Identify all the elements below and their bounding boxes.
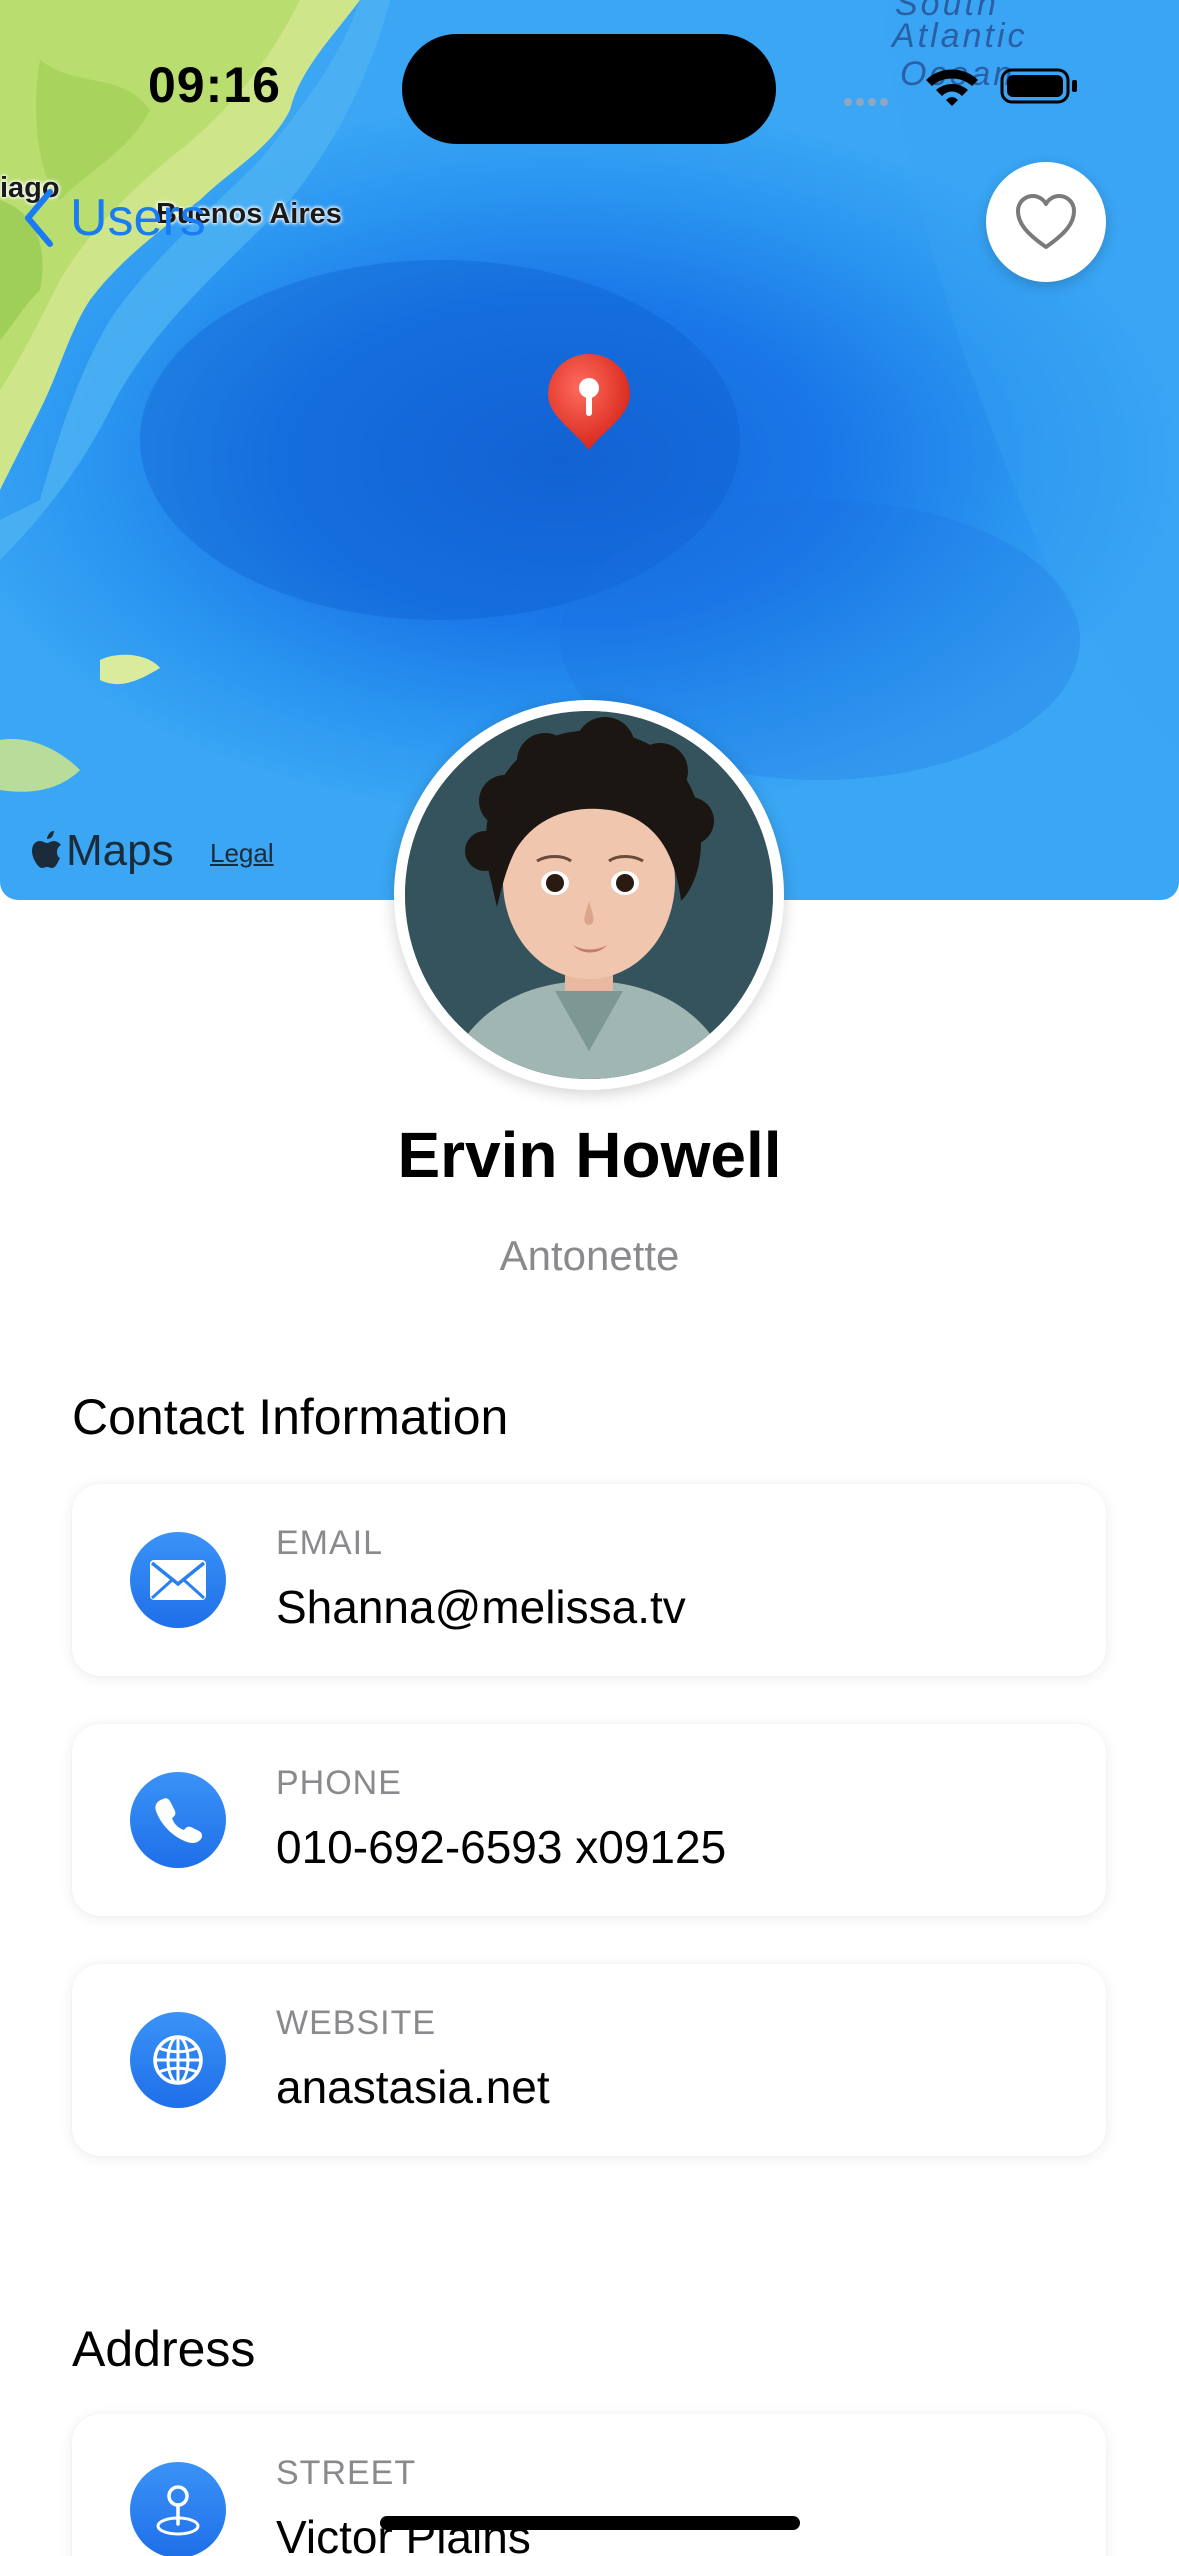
address-section-title: Address (72, 2321, 256, 2377)
email-value[interactable]: Shanna@melissa.tv (276, 1580, 686, 1634)
avatar (394, 700, 784, 1090)
status-time: 09:16 (148, 57, 281, 113)
address-card-street[interactable]: STREET Victor Plains (72, 2414, 1106, 2556)
contact-section-title: Contact Information (72, 1389, 509, 1445)
map-pin-icon[interactable] (544, 350, 634, 454)
phone-value[interactable]: 010-692-6593 x09125 (276, 1820, 726, 1874)
wifi-icon (926, 69, 978, 106)
signal-icon (844, 98, 888, 106)
heart-icon (1016, 194, 1076, 249)
back-button[interactable]: Users (22, 188, 206, 248)
home-indicator[interactable] (380, 2516, 800, 2530)
apple-logo-icon (32, 831, 61, 868)
map-label-ocean-line-2: Atlantic (892, 17, 1028, 55)
profile-name: Ervin Howell (397, 1119, 782, 1191)
status-icons (844, 68, 1077, 106)
phone-icon (130, 1772, 226, 1868)
map-pin-icon (130, 2462, 226, 2556)
website-label: WEBSITE (276, 2004, 437, 2042)
dynamic-island (402, 34, 776, 144)
contact-card-website[interactable]: WEBSITE anastasia.net (72, 1964, 1106, 2156)
email-label: EMAIL (276, 1524, 384, 1562)
battery-icon (1000, 68, 1077, 104)
chevron-left-icon (25, 189, 53, 247)
apple-maps-logo: Maps (30, 826, 174, 876)
contact-card-email[interactable]: EMAIL Shanna@melissa.tv (72, 1484, 1106, 1676)
favorite-button[interactable] (986, 162, 1106, 282)
contact-card-phone[interactable]: PHONE 010-692-6593 x09125 (72, 1724, 1106, 1916)
avatar-photo (405, 711, 773, 1079)
legal-link[interactable]: Legal (210, 838, 274, 869)
back-button-label: Users (70, 189, 206, 247)
maps-brand-text: Maps (66, 826, 174, 875)
globe-icon (130, 2012, 226, 2108)
website-value[interactable]: anastasia.net (276, 2060, 550, 2114)
envelope-icon (130, 1532, 226, 1628)
phone-label: PHONE (276, 1764, 402, 1802)
profile-username: Antonette (499, 1232, 680, 1279)
street-label: STREET (276, 2454, 417, 2492)
